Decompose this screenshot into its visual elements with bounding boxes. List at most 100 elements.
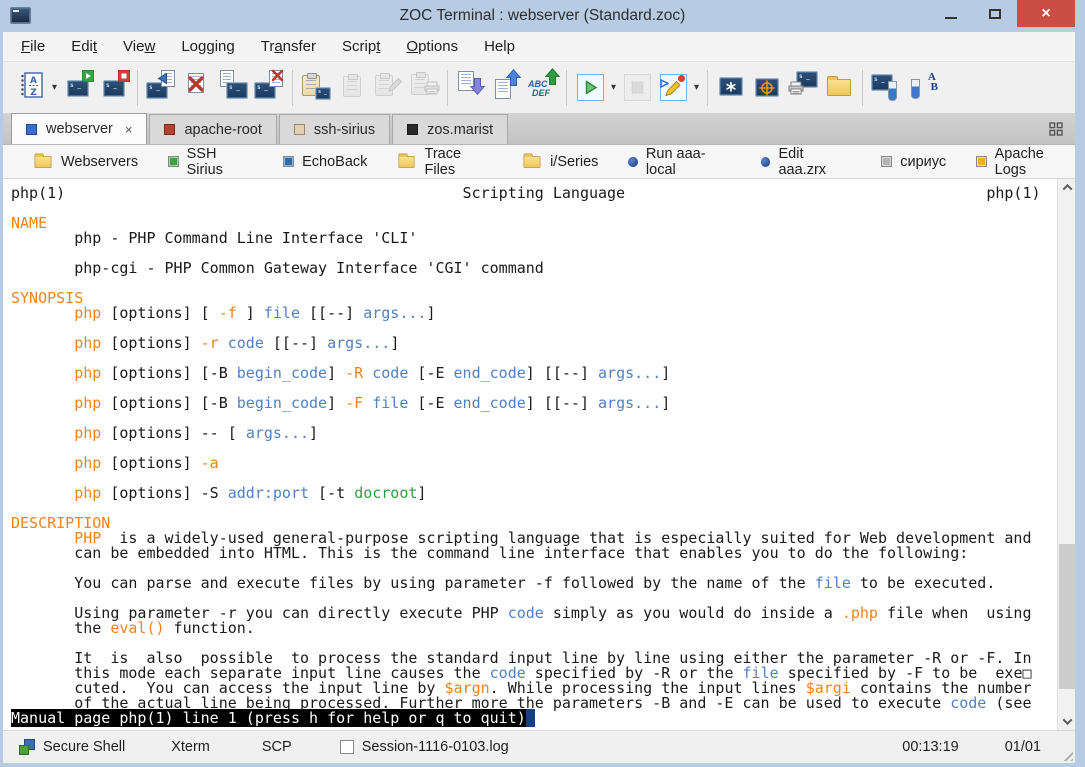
quickbar-item-edit-aaa-zrx[interactable]: Edit aaa.zrx	[761, 146, 851, 178]
toolbar-separator	[862, 70, 863, 106]
quickbar-item-webservers[interactable]: Webservers	[33, 154, 138, 170]
vertical-scrollbar[interactable]	[1057, 179, 1075, 730]
minimize-button[interactable]	[929, 0, 973, 27]
download-file-button[interactable]	[453, 66, 489, 110]
tab-overview-button[interactable]	[1049, 122, 1063, 141]
menu-transfer[interactable]: Transfer	[251, 34, 326, 59]
log-checkbox[interactable]	[340, 740, 354, 754]
session-type-icon	[294, 124, 305, 135]
copy-screen-button[interactable]	[298, 66, 334, 110]
toolbar-separator	[137, 70, 138, 106]
connection-label: Secure Shell	[43, 739, 125, 755]
quickbar-item-ssh-sirius[interactable]: SSH Sirius	[168, 146, 253, 178]
dot-icon	[761, 157, 771, 167]
menu-view[interactable]: View	[113, 34, 165, 59]
terminal-line: php [options] [ -f ] file [[--] args...]	[11, 306, 1049, 321]
dot-icon	[628, 157, 638, 167]
terminal-line: can be embedded into HTML. This is the c…	[11, 546, 1049, 561]
print-screen-icon	[788, 71, 818, 104]
open-folder-button[interactable]	[821, 66, 857, 110]
tab-webserver[interactable]: webserver ×	[11, 113, 147, 144]
tab-close-icon[interactable]: ×	[125, 123, 133, 136]
resize-grip[interactable]	[1060, 748, 1073, 761]
square-icon	[283, 156, 294, 167]
quickbar-item-apache-logs[interactable]: Apache Logs	[976, 146, 1075, 178]
zoc-terminal-window: ZOC Terminal : webserver (Standard.zoc) …	[0, 0, 1085, 767]
open-folder-icon	[826, 74, 852, 101]
close-button[interactable]: ×	[1017, 0, 1075, 27]
tab-ssh-sirius[interactable]: ssh-sirius	[279, 114, 390, 144]
text-options-button[interactable]: AB	[904, 66, 940, 110]
menu-options[interactable]: Options	[396, 34, 468, 59]
quickbar-item-run-aaa-local[interactable]: Run aaa-local	[628, 146, 731, 178]
upload-file-button[interactable]	[489, 66, 525, 110]
session-doc-button[interactable]	[215, 66, 251, 110]
address-book-dropdown[interactable]: ▾	[49, 66, 60, 110]
terminal-line: php [options] -S addr:port [-t docroot]	[11, 486, 1049, 501]
terminal-cursor	[526, 709, 535, 727]
menu-file[interactable]: File	[11, 34, 55, 59]
capture-screen-icon	[754, 75, 780, 101]
session-options-button[interactable]	[868, 66, 904, 110]
copy-screen-icon	[301, 71, 331, 104]
tab-label: webserver	[46, 121, 113, 137]
terminal-area[interactable]: php(1) Scripting Language php(1) NAME ph…	[3, 179, 1075, 730]
menu-logging[interactable]: Logging	[171, 34, 244, 59]
toolbar-separator	[447, 70, 448, 106]
address-book-icon: AZ	[18, 72, 44, 103]
quickbar-label: сириус	[900, 154, 946, 170]
scroll-up-button[interactable]	[1058, 179, 1075, 196]
folder-icon	[399, 156, 415, 168]
attach-session-doc-button[interactable]	[143, 66, 179, 110]
session-log-toggle[interactable]: Session-1116-0103.log	[340, 739, 509, 755]
quickbar-item-trace-files[interactable]: Trace Files	[397, 146, 492, 178]
quickbar-item-echoback[interactable]: EchoBack	[283, 154, 367, 170]
toolbar-separator	[707, 70, 708, 106]
toolbar: AZ▾ABCDEF▾▾*AB	[3, 62, 1075, 114]
connect-session-button[interactable]	[60, 66, 96, 110]
edit-script-dropdown[interactable]: ▾	[691, 66, 702, 110]
tab-apache-root[interactable]: apache-root	[149, 114, 276, 144]
paste-button	[334, 66, 370, 110]
edit-script-button[interactable]	[655, 66, 691, 110]
clear-screen-button[interactable]: *	[713, 66, 749, 110]
svg-text:Z: Z	[30, 88, 37, 98]
terminal-line: the eval() function.	[11, 621, 1049, 636]
session-options-icon	[871, 71, 901, 104]
print-screen-button[interactable]	[785, 66, 821, 110]
minimize-icon	[945, 17, 957, 19]
protocol-status[interactable]: SCP	[262, 739, 292, 755]
address-book-button[interactable]: AZ	[13, 66, 49, 110]
capture-screen-button[interactable]	[749, 66, 785, 110]
emulation-status[interactable]: Xterm	[171, 739, 210, 755]
run-script-button[interactable]	[572, 66, 608, 110]
menu-help[interactable]: Help	[474, 34, 525, 59]
maximize-button[interactable]	[973, 0, 1017, 27]
menu-edit[interactable]: Edit	[61, 34, 107, 59]
close-document-button[interactable]	[179, 66, 215, 110]
terminal-line: php - PHP Command Line Interface 'CLI'	[11, 231, 1049, 246]
menu-script[interactable]: Script	[332, 34, 390, 59]
emulation-label: Xterm	[171, 739, 210, 755]
tab-zos.marist[interactable]: zos.marist	[392, 114, 508, 144]
quickbar-label: Webservers	[61, 154, 138, 170]
terminal-line: php-cgi - PHP Common Gateway Interface '…	[11, 261, 1049, 276]
quickbar-item-i-series[interactable]: i/Series	[522, 154, 598, 170]
session-time: 00:13:19	[902, 739, 958, 755]
edit-script-icon	[660, 74, 687, 101]
terminal-line: php [options] -- [ args...]	[11, 426, 1049, 441]
disconnect-session-button[interactable]	[96, 66, 132, 110]
connection-status[interactable]: Secure Shell	[19, 739, 125, 755]
quickbar-label: Run aaa-local	[646, 146, 731, 178]
quickbar-label: i/Series	[550, 154, 598, 170]
run-script-dropdown[interactable]: ▾	[608, 66, 619, 110]
close-session-doc-button[interactable]	[251, 66, 287, 110]
scroll-down-button[interactable]	[1058, 713, 1075, 730]
print-clipboard-button	[406, 66, 442, 110]
send-text-button[interactable]: ABCDEF	[525, 66, 561, 110]
run-script-icon	[577, 74, 604, 101]
scrollbar-thumb[interactable]	[1059, 544, 1075, 689]
quickbar-item-сириус[interactable]: сириус	[881, 154, 946, 170]
window-title: ZOC Terminal : webserver (Standard.zoc)	[0, 7, 1085, 25]
stop-script-icon	[624, 74, 651, 101]
